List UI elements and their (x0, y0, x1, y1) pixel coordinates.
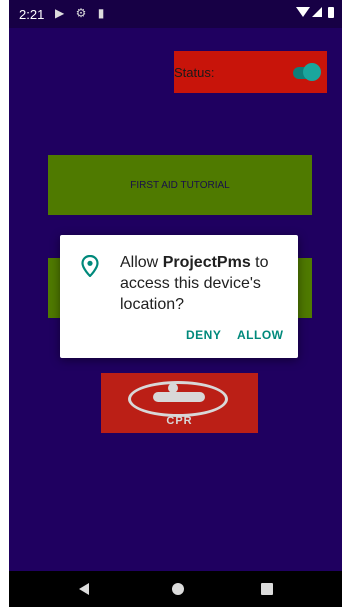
location-pin-icon (81, 255, 99, 277)
dialog-message-prefix: Allow (120, 254, 163, 271)
deny-button[interactable]: DENY (186, 328, 221, 342)
app-screen: 2:21 ▶ ⚙ ▮ Status: FIRST AID TUTORIAL CP… (9, 0, 342, 607)
back-icon[interactable] (79, 583, 89, 595)
dialog-app-name: ProjectPms (162, 254, 251, 271)
home-icon[interactable] (172, 583, 184, 595)
recents-icon[interactable] (261, 583, 273, 595)
navigation-bar (9, 571, 342, 607)
dialog-message: Allow ProjectPms to access this device's… (120, 252, 290, 315)
allow-button[interactable]: ALLOW (237, 328, 284, 342)
location-permission-dialog: Allow ProjectPms to access this device's… (60, 235, 298, 358)
